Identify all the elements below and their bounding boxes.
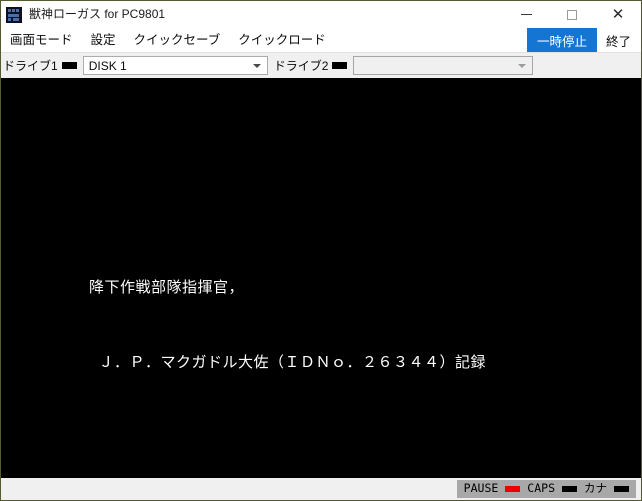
drive1-value: DISK 1: [88, 59, 127, 72]
pixel-logo-icon: [6, 6, 22, 23]
drive1-led-icon: [61, 62, 77, 69]
drive2-led-icon: [332, 62, 348, 69]
status-indicator-panel: PAUSE CAPS カナ: [456, 480, 636, 498]
pause-button-label: 一時停止: [536, 34, 587, 49]
drive2-select[interactable]: [353, 56, 534, 75]
maximize-button[interactable]: [549, 1, 595, 28]
menu-quick-load[interactable]: クイックロード: [229, 28, 335, 52]
window-title: 獣神ローガス for PC9801: [29, 7, 166, 21]
menu-bar-right: 一時停止 終了: [526, 28, 641, 52]
status-led-caps: [562, 486, 577, 492]
minimize-button[interactable]: [503, 1, 549, 28]
menu-quick-save[interactable]: クイックセーブ: [125, 28, 230, 52]
screen-line: 降下作戦部隊指揮官，: [89, 278, 245, 296]
status-bar: PAUSE CAPS カナ: [1, 478, 641, 500]
chevron-down-icon: [252, 63, 261, 68]
status-led-pause: [505, 486, 521, 492]
menu-quick-save-label: クイックセーブ: [133, 32, 221, 47]
pause-button[interactable]: 一時停止: [526, 28, 597, 52]
minimize-icon: [520, 14, 532, 15]
screen-paragraph: 降下作戦部隊指揮官， Ｊ．Ｐ．マクガドル大佐（ＩＤＮｏ．２６３４４）記録: [89, 225, 523, 425]
menu-settings-label: 設定: [90, 32, 116, 47]
status-led-kana: [614, 486, 629, 492]
close-icon: ✕: [611, 5, 625, 23]
status-label-pause: PAUSE: [463, 481, 499, 496]
menu-settings[interactable]: 設定: [82, 28, 125, 52]
drive2-label: ドライブ2: [273, 58, 329, 73]
drive-bar: ドライブ1 DISK 1 ドライブ2: [1, 53, 641, 78]
chevron-down-icon: [518, 63, 527, 68]
quit-button-label: 終了: [605, 34, 631, 49]
quit-button[interactable]: 終了: [597, 28, 641, 52]
menu-screen-mode[interactable]: 画面モード: [1, 28, 82, 52]
screen-line: Ｊ．Ｐ．マクガドル大佐（ＩＤＮｏ．２６３４４）記録: [89, 353, 487, 371]
window-controls: ✕: [503, 1, 641, 28]
title-bar[interactable]: 獣神ローガス for PC9801 ✕: [1, 1, 641, 28]
status-label-kana: カナ: [584, 481, 607, 496]
maximize-icon: [567, 9, 577, 20]
menu-screen-mode-label: 画面モード: [10, 32, 73, 47]
drive1-label: ドライブ1: [3, 58, 58, 73]
emulator-window: 獣神ローガス for PC9801 ✕ 画面モード 設定 クイックセーブ クイッ…: [0, 0, 642, 501]
menu-quick-load-label: クイックロード: [238, 32, 326, 47]
screen-text-block: 降下作戦部隊指揮官， Ｊ．Ｐ．マクガドル大佐（ＩＤＮｏ．２６３４４）記録 現在時…: [89, 175, 523, 478]
close-button[interactable]: ✕: [595, 1, 641, 28]
drive1-select[interactable]: DISK 1: [82, 56, 268, 75]
emulated-screen[interactable]: 降下作戦部隊指揮官， Ｊ．Ｐ．マクガドル大佐（ＩＤＮｏ．２６３４４）記録 現在時…: [1, 78, 641, 478]
menu-bar: 画面モード 設定 クイックセーブ クイックロード 一時停止 終了: [1, 28, 641, 53]
status-label-caps: CAPS: [527, 481, 555, 496]
